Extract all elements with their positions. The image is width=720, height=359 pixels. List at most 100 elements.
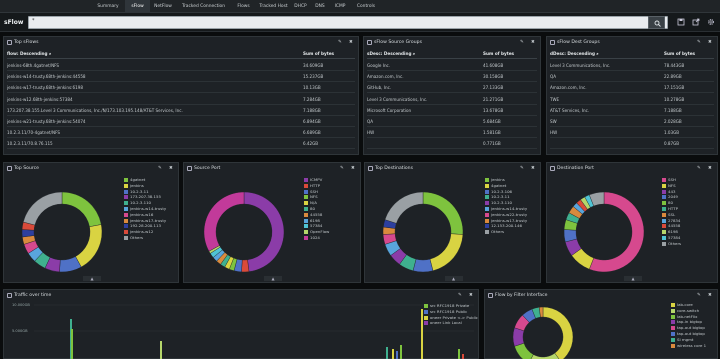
nav-tab-sflow[interactable]: sFlow bbox=[125, 0, 150, 13]
search-icon[interactable]: ⌕ bbox=[48, 51, 51, 56]
traffic-bar[interactable] bbox=[458, 349, 460, 359]
table-row[interactable]: 10.2.3.11/70-4gatnet/NFS 6.689GB bbox=[7, 127, 355, 139]
nav-tab-flows[interactable]: Flows bbox=[231, 0, 256, 13]
table-row[interactable]: TWE 10.278GB bbox=[550, 94, 714, 105]
traffic-bar[interactable] bbox=[421, 309, 423, 359]
donut-slice[interactable] bbox=[75, 224, 103, 268]
traffic-bar[interactable] bbox=[400, 345, 402, 359]
traffic-bar[interactable] bbox=[386, 347, 388, 359]
donut-slice[interactable] bbox=[512, 327, 525, 347]
legend-item[interactable]: Others bbox=[124, 235, 166, 241]
table-row[interactable]: jenkins-w14-trusty.68th-jenkins:44558 15.… bbox=[7, 71, 355, 83]
donut-slice[interactable] bbox=[23, 191, 63, 226]
table-row[interactable]: 0.771GB bbox=[367, 138, 537, 150]
nav-tab-controls[interactable]: Controls bbox=[350, 0, 382, 13]
legend-item[interactable]: 1024 bbox=[304, 235, 329, 241]
traffic-bar[interactable] bbox=[392, 349, 394, 359]
nav-tab-dns[interactable]: DNS bbox=[310, 0, 330, 13]
close-icon[interactable]: ✖ bbox=[349, 40, 353, 45]
donut-slice[interactable] bbox=[384, 191, 424, 224]
close-icon[interactable]: ✖ bbox=[469, 293, 473, 298]
table-row[interactable]: jenkins-w17-trusty.68th-jenkins:6198 10.1… bbox=[7, 82, 355, 94]
close-icon[interactable]: ✖ bbox=[531, 40, 535, 45]
nav-tab-tracked-host[interactable]: Tracked Host bbox=[256, 0, 291, 13]
table-row[interactable]: jenkins-w12.68th-jenkins:57384 7.284GB bbox=[7, 94, 355, 105]
nav-tab-summary[interactable]: Summary bbox=[88, 0, 128, 13]
column-label[interactable]: flow: Descending bbox=[7, 51, 48, 56]
table-row[interactable]: Level 3 Communications, Inc. 21.271GB bbox=[367, 94, 537, 105]
legend-item[interactable]: wireless core 1 bbox=[671, 343, 706, 349]
table-row[interactable]: QA 22.89GB bbox=[550, 71, 714, 83]
edit-icon[interactable]: ✎ bbox=[520, 166, 524, 171]
table-row[interactable]: HW 1.03GB bbox=[550, 127, 714, 139]
table-row[interactable]: jenkins-68th.4gatnet/NFS 34.609GB bbox=[7, 60, 355, 71]
nav-tab-netflow[interactable]: NetFlow bbox=[150, 0, 176, 13]
table-row[interactable]: QA 5.684GB bbox=[367, 116, 537, 127]
edit-icon[interactable]: ✎ bbox=[338, 40, 342, 45]
column-label[interactable]: dDesc: Descending bbox=[550, 51, 595, 56]
close-icon[interactable]: ✖ bbox=[531, 166, 535, 171]
edit-icon[interactable]: ✎ bbox=[697, 166, 701, 171]
donut-slice[interactable] bbox=[203, 191, 245, 252]
table-row[interactable]: 0.87GB bbox=[550, 138, 714, 150]
edit-icon[interactable]: ✎ bbox=[697, 40, 701, 45]
traffic-bar[interactable] bbox=[396, 351, 398, 359]
edit-icon[interactable]: ✎ bbox=[458, 293, 462, 298]
edit-icon[interactable]: ✎ bbox=[158, 166, 162, 171]
donut-slice[interactable] bbox=[542, 306, 574, 359]
donut-chart[interactable] bbox=[184, 174, 360, 282]
legend-label: NFS bbox=[668, 182, 676, 188]
time-series-chart[interactable] bbox=[4, 301, 478, 359]
close-icon[interactable]: ✖ bbox=[169, 166, 173, 171]
search-button[interactable] bbox=[648, 16, 665, 29]
close-icon[interactable]: ✖ bbox=[708, 166, 712, 171]
table-row[interactable]: SW 2.028GB bbox=[550, 116, 714, 127]
value-column-label[interactable]: Sum of bytes bbox=[483, 49, 514, 59]
expand-toggle[interactable]: ▲ bbox=[444, 276, 463, 281]
value-column-label[interactable]: Sum of bytes bbox=[664, 49, 695, 59]
legend-item[interactable]: Others bbox=[485, 229, 527, 235]
table-row[interactable]: Google Inc. 41.608GB bbox=[367, 60, 537, 71]
table-row[interactable]: HW 1.581GB bbox=[367, 127, 537, 139]
share-icon[interactable] bbox=[692, 18, 700, 26]
legend-item[interactable]: oneer Link Local bbox=[424, 320, 478, 326]
nav-tab-icmp[interactable]: ICMP bbox=[330, 0, 350, 13]
donut-slice[interactable] bbox=[412, 258, 434, 273]
expand-toggle[interactable]: ▲ bbox=[264, 276, 282, 281]
traffic-bar[interactable] bbox=[160, 341, 162, 359]
legend-item[interactable]: Others bbox=[662, 241, 681, 247]
table-row[interactable]: Microsoft Corporation 13.678GB bbox=[367, 105, 537, 116]
nav-tab-tracked-connection[interactable]: Tracked Connection bbox=[176, 0, 231, 13]
table-row[interactable]: Level 3 Communications, Inc. 78.443GB bbox=[550, 60, 714, 71]
search-input[interactable]: * bbox=[28, 16, 668, 29]
close-icon[interactable]: ✖ bbox=[351, 166, 355, 171]
search-icon[interactable]: ⌕ bbox=[411, 51, 415, 56]
nav-tab-dhcp[interactable]: DHCP bbox=[291, 0, 310, 13]
value-column-label[interactable]: Sum of bytes bbox=[303, 49, 334, 59]
close-icon[interactable]: ✖ bbox=[708, 293, 712, 298]
table-row[interactable]: Amazon.com, Inc. 17.151GB bbox=[550, 82, 714, 94]
donut-chart[interactable] bbox=[547, 174, 717, 282]
donut-slice[interactable] bbox=[429, 233, 464, 271]
donut-slice[interactable] bbox=[21, 229, 35, 238]
donut-slice[interactable] bbox=[241, 259, 250, 273]
edit-icon[interactable]: ✎ bbox=[520, 40, 524, 45]
edit-icon[interactable]: ✎ bbox=[697, 293, 701, 298]
table-row[interactable]: Amazon.com, Inc. 30.158GB bbox=[367, 71, 537, 83]
table-row[interactable]: 173.207.38.155.Level 3 Communications, I… bbox=[7, 105, 355, 116]
search-icon[interactable]: ⌕ bbox=[595, 51, 598, 56]
expand-toggle[interactable]: ▲ bbox=[83, 276, 101, 281]
donut-slice[interactable] bbox=[61, 191, 102, 227]
table-row[interactable]: jenkins-w21-trusty.68th-jenkins:54074 6.8… bbox=[7, 116, 355, 127]
table-row[interactable]: GitHub, Inc. 27.133GB bbox=[367, 82, 537, 94]
table-row[interactable]: 10.2.3.11/70.8.76.115 6.42GB bbox=[7, 138, 355, 150]
close-icon[interactable]: ✖ bbox=[708, 40, 712, 45]
column-label[interactable]: sDesc: Descending bbox=[367, 51, 411, 56]
save-icon[interactable] bbox=[677, 18, 685, 26]
donut-slice[interactable] bbox=[422, 191, 464, 235]
donut-slice[interactable] bbox=[243, 191, 285, 272]
table-row[interactable]: AT&T Services, Inc. 7.188GB bbox=[550, 105, 714, 116]
gear-icon[interactable] bbox=[707, 18, 715, 26]
edit-icon[interactable]: ✎ bbox=[340, 166, 344, 171]
expand-toggle[interactable]: ▲ bbox=[624, 276, 642, 281]
